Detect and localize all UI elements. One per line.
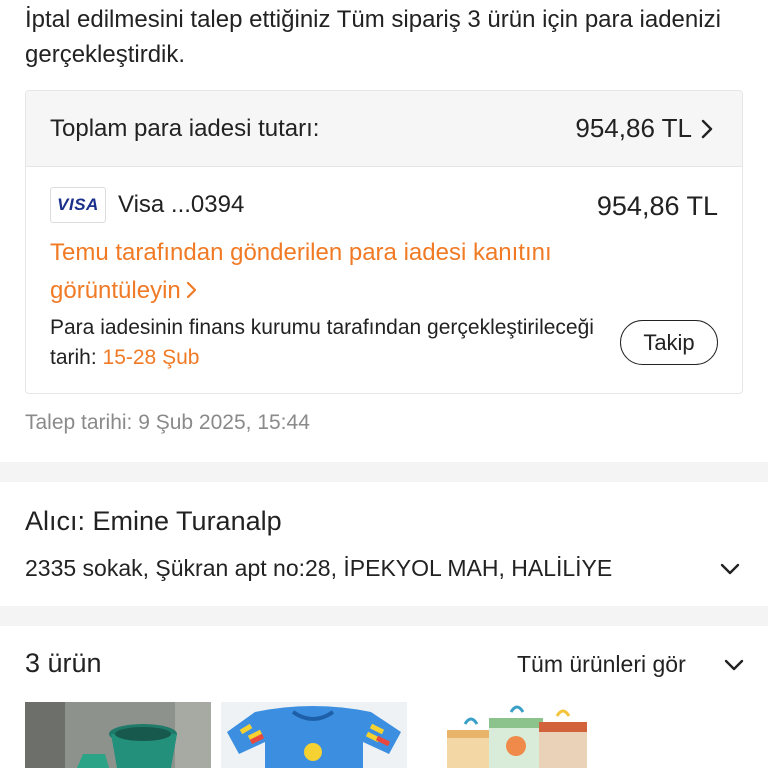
product-thumbnail[interactable] — [417, 702, 603, 768]
product-image-bucket — [25, 702, 211, 768]
address-row[interactable]: 2335 sokak, Şükran apt no:28, İPEKYOL MA… — [25, 551, 715, 585]
refund-proof-link[interactable]: Temu tarafından gönderilen para iadesi k… — [50, 234, 670, 310]
see-all-items-link[interactable]: Tüm ürünleri gör — [517, 651, 686, 678]
visa-logo: VISA — [50, 187, 106, 223]
refund-card: Toplam para iadesi tutarı: 954,86 TL VIS… — [25, 90, 743, 394]
refund-intro-text: İptal edilmesini talep ettiğiniz Tüm sip… — [25, 6, 721, 68]
chevron-right-icon — [701, 119, 713, 139]
refund-total-row[interactable]: Toplam para iadesi tutarı: 954,86 TL — [26, 91, 742, 167]
track-button[interactable]: Takip — [620, 320, 718, 365]
section-divider — [0, 462, 768, 482]
refund-date-text: Para iadesinin finans kurumu tarafından … — [50, 313, 610, 373]
receiver-name: Alıcı: Emine Turanalp — [25, 506, 282, 536]
chevron-right-icon — [186, 281, 196, 299]
section-divider — [0, 606, 768, 626]
chevron-down-icon[interactable] — [722, 655, 746, 675]
payment-card-name: Visa ...0394 — [118, 191, 245, 218]
request-date: Talep tarihi: 9 Şub 2025, 15:44 — [25, 411, 310, 434]
address-fade — [655, 551, 715, 585]
refund-total-label: Toplam para iadesi tutarı: — [50, 115, 320, 142]
product-thumbnail[interactable] — [221, 702, 407, 768]
items-count-title: 3 ürün — [25, 648, 102, 678]
product-image-swimsuit — [221, 702, 407, 768]
chevron-down-icon[interactable] — [718, 558, 742, 580]
product-image-cloth-books — [417, 702, 603, 768]
refund-proof-link-text: Temu tarafından gönderilen para iadesi k… — [50, 239, 552, 304]
receiver-address: 2335 sokak, Şükran apt no:28, İPEKYOL MA… — [25, 555, 613, 581]
payment-card-amount: 954,86 TL — [596, 191, 718, 221]
refund-total-amount: 954,86 TL — [575, 113, 692, 143]
product-thumbnail[interactable] — [25, 702, 211, 768]
refund-date-range: 15-28 Şub — [102, 346, 200, 369]
